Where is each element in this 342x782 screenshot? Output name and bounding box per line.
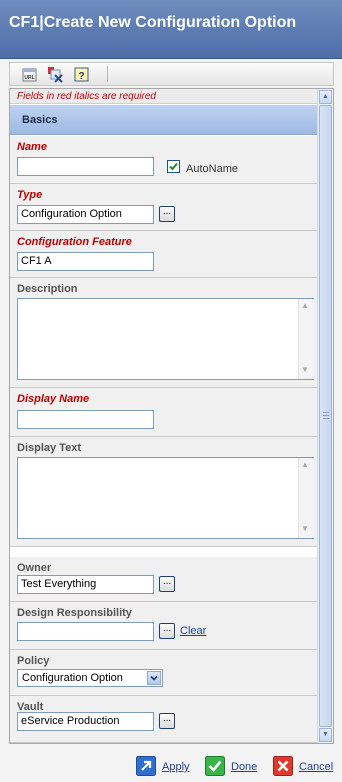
field-name: Name AutoName [10, 136, 318, 184]
display-name-label: Display Name [17, 393, 90, 405]
done-label[interactable]: Done [231, 761, 257, 773]
display-text-textarea[interactable] [17, 457, 314, 539]
required-fields-note: Fields in red italics are required [10, 89, 318, 104]
field-description: Description ▲ ▼ [10, 278, 318, 388]
toolbar-separator [107, 66, 108, 82]
clear-link[interactable]: Clear [180, 625, 206, 637]
vault-input[interactable]: eService Production [17, 712, 154, 731]
type-chooser-button[interactable]: ... [159, 206, 175, 222]
owner-input[interactable]: Test Everything [17, 575, 154, 594]
field-display-text: Display Text ▲ ▼ [10, 437, 318, 547]
scroll-up-arrow-icon: ▲ [301, 301, 309, 310]
done-icon [205, 756, 225, 776]
display-text-label: Display Text [17, 442, 81, 454]
policy-label: Policy [17, 655, 50, 667]
scrollbar-thumb[interactable] [319, 105, 332, 727]
name-label: Name [17, 141, 47, 153]
scroll-up-arrow-icon: ▲ [301, 460, 309, 469]
field-policy: Policy Configuration Option [10, 650, 318, 696]
section-header-basics: Basics [10, 105, 318, 135]
display-text-scrollbar[interactable]: ▲ ▼ [298, 458, 314, 538]
field-type: Type Configuration Option ... [10, 184, 318, 231]
policy-select[interactable]: Configuration Option [17, 669, 163, 687]
apply-button[interactable]: Apply [136, 756, 196, 778]
description-textarea[interactable] [17, 298, 314, 380]
clear-fields-icon[interactable] [47, 66, 64, 83]
apply-label[interactable]: Apply [162, 761, 190, 773]
scroll-up-button[interactable]: ▲ [319, 90, 332, 104]
configuration-feature-label: Configuration Feature [17, 236, 132, 248]
design-responsibility-label: Design Responsibility [17, 607, 132, 619]
display-name-input[interactable] [17, 410, 154, 429]
cancel-button[interactable]: Cancel [273, 756, 339, 778]
description-label: Description [17, 283, 78, 295]
field-configuration-feature: Configuration Feature CF1 A [10, 231, 318, 278]
field-owner: Owner Test Everything ... [10, 557, 318, 602]
field-design-responsibility: Design Responsibility ... Clear [10, 602, 318, 650]
configuration-feature-input[interactable]: CF1 A [17, 252, 154, 271]
form-panel: Fields in red italics are required Basic… [9, 88, 334, 744]
help-icon[interactable]: ? [73, 66, 90, 83]
owner-chooser-button[interactable]: ... [159, 576, 175, 592]
name-input[interactable] [17, 157, 154, 176]
description-scrollbar[interactable]: ▲ ▼ [298, 299, 314, 379]
owner-label: Owner [17, 562, 52, 574]
design-responsibility-chooser-button[interactable]: ... [159, 623, 175, 639]
type-label: Type [17, 189, 43, 201]
title-bar: CF1|Create New Configuration Option [0, 0, 342, 59]
apply-icon [136, 756, 156, 776]
policy-selected-value: Configuration Option [22, 672, 123, 684]
cancel-label[interactable]: Cancel [299, 761, 333, 773]
field-vault: Vault eService Production ... [10, 696, 318, 743]
scroll-down-arrow-icon: ▼ [301, 365, 309, 374]
url-icon[interactable]: URL [21, 66, 38, 83]
autoname-label: AutoName [186, 163, 238, 175]
design-responsibility-input[interactable] [17, 622, 154, 641]
scroll-down-arrow-icon: ▼ [301, 524, 309, 533]
cancel-icon [273, 756, 293, 776]
autoname-checkbox[interactable] [167, 160, 180, 173]
toolbar: URL ? [9, 62, 334, 86]
vault-chooser-button[interactable]: ... [159, 713, 175, 729]
scroll-down-button[interactable]: ▼ [319, 728, 332, 742]
form-scrollbar[interactable]: ▲ ▼ [317, 89, 333, 743]
chevron-down-icon[interactable] [147, 671, 161, 685]
svg-text:URL: URL [24, 75, 34, 81]
field-display-name: Display Name [10, 388, 318, 437]
footer-actions: Apply Done Cancel [0, 752, 342, 782]
window-title: CF1|Create New Configuration Option [9, 14, 297, 31]
type-input[interactable]: Configuration Option [17, 205, 154, 224]
done-button[interactable]: Done [205, 756, 263, 778]
svg-text:?: ? [78, 71, 84, 82]
